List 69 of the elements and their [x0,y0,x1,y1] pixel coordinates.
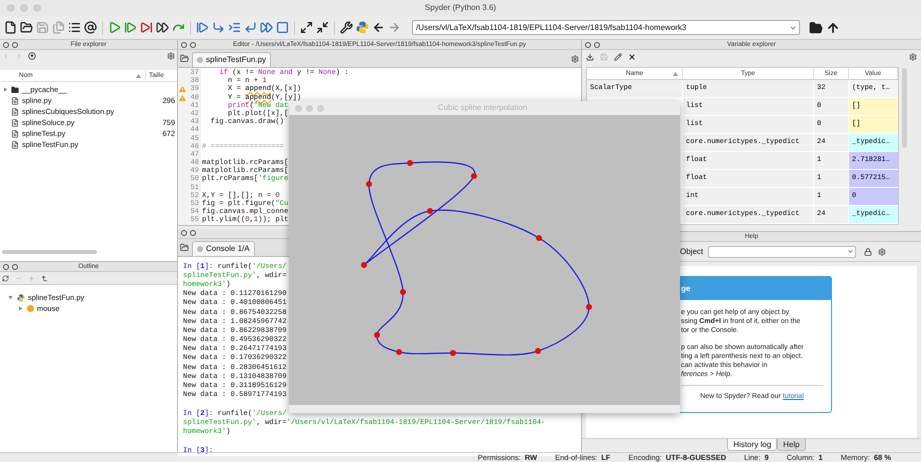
expand-arrow-icon[interactable] [3,87,8,92]
continue-icon[interactable] [260,21,273,34]
horizontal-scrollbar[interactable] [2,250,97,254]
fullscreen-icon[interactable] [316,21,329,34]
maximize-pane-icon[interactable] [300,21,313,34]
close-pane-icon[interactable] [181,42,187,48]
file-icon [11,130,19,138]
new-file-icon[interactable] [4,21,17,34]
settings-icon[interactable] [571,55,579,63]
close-pane-icon[interactable] [3,42,9,48]
vertical-scrollbar[interactable] [902,68,907,148]
console-tab[interactable]: Console 1/A [192,240,255,256]
python-file-icon[interactable] [17,294,25,302]
browse-tabs-icon[interactable] [180,54,189,63]
object-field[interactable] [708,246,856,258]
close-pane-icon[interactable] [181,230,187,236]
edit-icon[interactable] [614,53,622,61]
run-selection-icon[interactable] [156,21,169,34]
step-into-icon[interactable] [228,21,241,34]
pane-tab[interactable]: Help [777,439,806,451]
working-directory-field[interactable]: /Users/vl/LaTeX/fsab1104-1819/EPL1104-Server/1819/fsab1104-homework3 [412,20,800,35]
object-label: Object [680,246,704,258]
stop-icon[interactable] [276,21,289,34]
window-title: Cubic spline interpolation [436,102,528,114]
close-pane-icon[interactable] [3,264,9,270]
file-icon [11,96,19,104]
import-icon[interactable] [586,53,594,61]
python-icon[interactable] [356,21,369,34]
debug-icon[interactable] [196,21,209,34]
undock-icon[interactable] [190,230,196,236]
run-icon[interactable] [108,21,121,34]
undock-icon[interactable] [594,42,600,48]
open-folder-icon[interactable] [20,21,33,34]
file-icon [11,118,19,126]
browse-folder-icon[interactable] [809,20,823,34]
undock-icon[interactable] [12,264,18,270]
parent-directory-icon[interactable] [826,20,840,34]
go-to-cursor-icon[interactable] [41,274,48,282]
step-icon[interactable] [212,21,225,34]
close-pane-icon[interactable] [585,42,591,48]
run-cell-icon[interactable] [124,21,137,34]
settings-icon[interactable] [878,248,886,256]
function-icon [27,305,34,312]
back-icon[interactable] [372,21,385,34]
parent-folder-icon[interactable] [28,52,36,60]
sort-ascending-icon[interactable] [136,74,141,78]
settings-icon[interactable] [167,52,175,60]
window-title: Spyder (Python 3.6) [424,2,496,14]
expand-arrow-icon[interactable] [18,306,23,311]
file-icon [11,108,19,116]
folder-icon [11,86,19,94]
remove-all-icon[interactable] [628,53,636,61]
step-return-icon[interactable] [244,21,257,34]
lock-icon[interactable] [864,248,872,256]
wrench-icon[interactable] [340,21,353,34]
at-sign-icon[interactable] [84,21,97,34]
help-heading: ge [681,282,690,294]
undock-icon[interactable] [12,42,18,48]
run-cell-advance-icon[interactable] [140,21,153,34]
undock-icon[interactable] [190,42,196,48]
editor-tab[interactable]: splineTestFun.py [192,52,272,67]
settings-icon[interactable] [909,53,917,61]
list-icon[interactable] [68,21,81,34]
file-icon [11,140,19,148]
refresh-icon[interactable] [2,274,9,282]
sort-ascending-icon[interactable] [673,72,678,76]
pane-tab[interactable]: History log [727,439,778,451]
expand-arrow-icon[interactable] [8,295,13,300]
browse-tabs-icon[interactable] [180,242,189,252]
